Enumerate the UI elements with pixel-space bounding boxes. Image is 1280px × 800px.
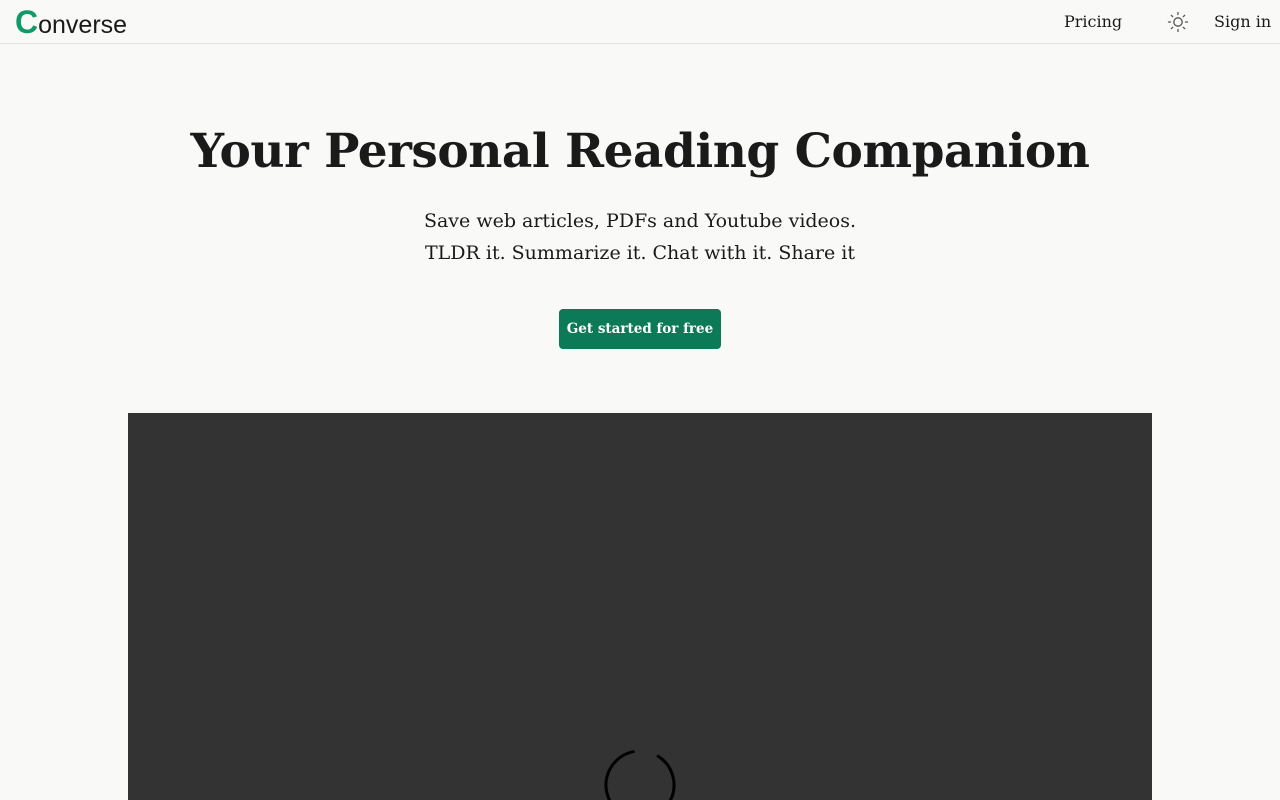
logo-initial: C xyxy=(15,4,39,40)
hero-subtitle-line-2: TLDR it. Summarize it. Chat with it. Sha… xyxy=(425,242,855,264)
loading-spinner-icon xyxy=(604,749,676,800)
converse-logo[interactable]: Converse xyxy=(15,2,127,45)
logo-text: onverse xyxy=(38,11,128,39)
demo-video-player[interactable] xyxy=(128,413,1152,800)
get-started-button[interactable]: Get started for free xyxy=(559,309,721,349)
nav-pricing-link[interactable]: Pricing xyxy=(1064,12,1122,31)
sign-in-link[interactable]: Sign in xyxy=(1214,12,1271,31)
hero-subtitle-line-1: Save web articles, PDFs and Youtube vide… xyxy=(423,210,857,232)
top-navbar: Converse Pricing Sign in xyxy=(0,0,1280,44)
hero-title: Your Personal Reading Companion xyxy=(190,124,1090,179)
theme-toggle-button[interactable] xyxy=(1166,10,1190,34)
sun-icon xyxy=(1167,11,1189,33)
